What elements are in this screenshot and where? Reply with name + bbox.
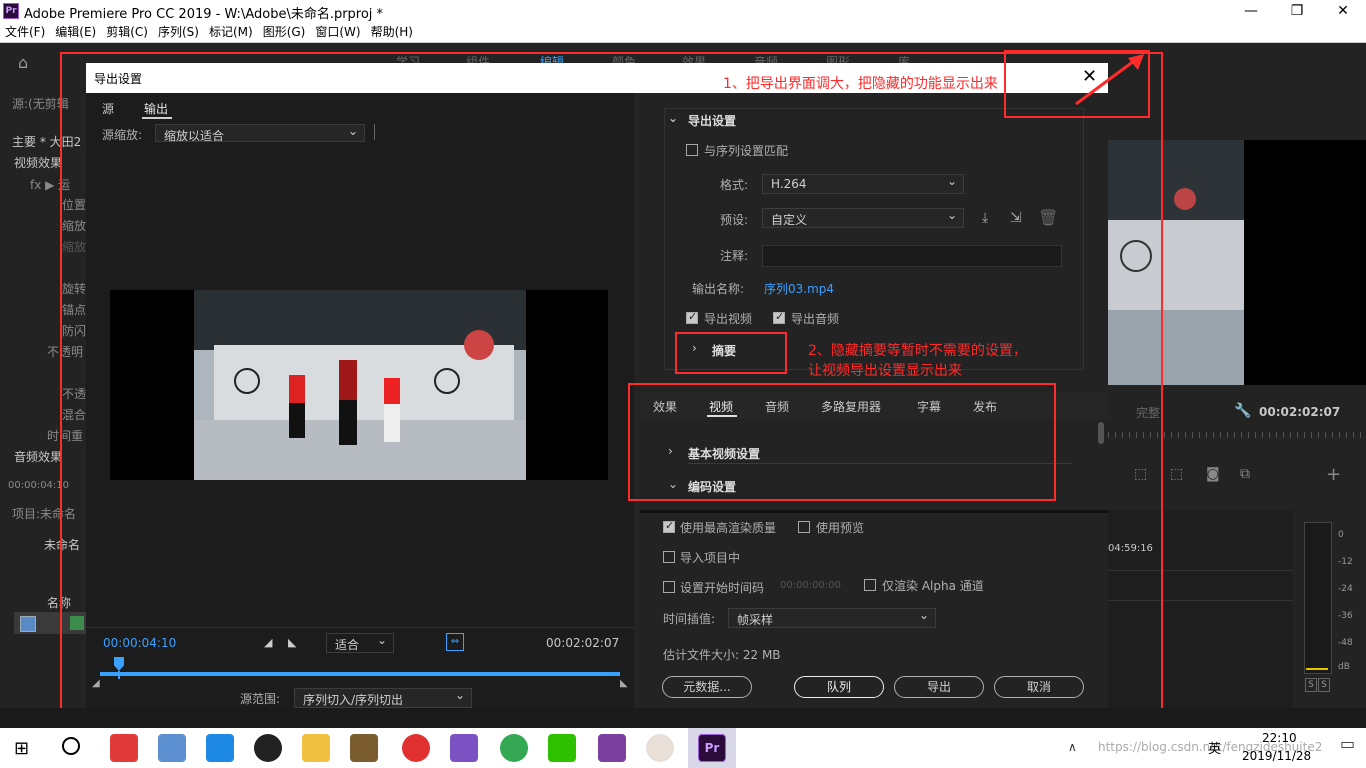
tray-chevron-icon[interactable]: ∧ xyxy=(1068,740,1077,754)
add-button-icon[interactable]: + xyxy=(1326,464,1341,485)
clock-time[interactable]: 22:10 xyxy=(1262,731,1297,745)
qq-icon[interactable] xyxy=(254,734,282,762)
menu-clip[interactable]: 剪辑(C) xyxy=(101,22,153,42)
menu-sequence[interactable]: 序列(S) xyxy=(153,22,204,42)
menu-help[interactable]: 帮助(H) xyxy=(366,22,418,42)
premiere-app-icon: Pr xyxy=(3,3,19,19)
ime-indicator[interactable]: 英 xyxy=(1208,738,1221,757)
windows-start-icon[interactable]: ⊞ xyxy=(14,738,29,759)
chrome-icon[interactable] xyxy=(500,734,528,762)
annotation-note-1: 1、把导出界面调大，把隐藏的功能显示出来 xyxy=(723,76,998,92)
window-title: Adobe Premiere Pro CC 2019 - W:\Adobe\未命… xyxy=(24,7,384,22)
notification-icon[interactable]: ▭ xyxy=(1340,734,1355,753)
menu-file[interactable]: 文件(F) xyxy=(0,22,50,42)
meter-label-0: 0 xyxy=(1338,530,1344,540)
menu-window[interactable]: 窗口(W) xyxy=(310,22,365,42)
menu-bar: 文件(F) 编辑(E) 剪辑(C) 序列(S) 标记(M) 图形(G) 窗口(W) 帮助(H) xyxy=(0,22,1366,43)
wechat-icon[interactable] xyxy=(548,734,576,762)
meter-label-48: -48 xyxy=(1338,638,1353,648)
close-window-button[interactable]: ✕ xyxy=(1320,0,1366,22)
vscode-icon[interactable] xyxy=(206,734,234,762)
overwrite-icon[interactable]: ⬚ xyxy=(1170,466,1183,482)
visual-studio-icon[interactable] xyxy=(450,734,478,762)
audio-meter xyxy=(1304,522,1332,674)
restore-button[interactable]: ❐ xyxy=(1274,0,1320,22)
folder-icon[interactable] xyxy=(302,734,330,762)
compare-icon[interactable]: ⧉ xyxy=(1240,466,1250,482)
solo-left-button[interactable]: S xyxy=(1305,678,1317,692)
camera-icon[interactable]: ◙ xyxy=(1206,466,1220,482)
menu-graphics[interactable]: 图形(G) xyxy=(258,22,311,42)
audio-meter-level xyxy=(1306,668,1328,670)
status-bar xyxy=(0,708,1366,728)
annotation-box-video-settings xyxy=(628,383,1056,501)
annotation-arrow-icon xyxy=(1075,54,1144,106)
meter-label-36: -36 xyxy=(1338,611,1353,621)
clock-date[interactable]: 2019/11/28 xyxy=(1242,749,1311,763)
meter-label-24: -24 xyxy=(1338,584,1353,594)
title-bar: Pr Adobe Premiere Pro CC 2019 - W:\Adobe… xyxy=(0,0,1366,22)
home-icon[interactable]: ⌂ xyxy=(18,53,38,72)
onenote-icon[interactable] xyxy=(598,734,626,762)
premiere-taskbar-icon[interactable]: Pr xyxy=(698,734,726,762)
annotation-box-summary xyxy=(675,332,787,374)
file-manager-app-icon[interactable] xyxy=(158,734,186,762)
meter-label-db: dB xyxy=(1338,662,1350,672)
video-effects-heading: 视频效果 xyxy=(14,156,63,170)
minimize-button[interactable]: — xyxy=(1228,0,1274,22)
netease-music-icon[interactable] xyxy=(402,734,430,762)
annotation-note-2-line2: 让视频导出设置显示出来 xyxy=(808,363,962,379)
paint-app-icon[interactable] xyxy=(110,734,138,762)
meter-label-12: -12 xyxy=(1338,557,1353,567)
avatar-app-icon[interactable] xyxy=(646,734,674,762)
solo-right-button[interactable]: S xyxy=(1318,678,1330,692)
annotation-note-2-line1: 2、隐藏摘要等暂时不需要的设置， xyxy=(808,343,1027,359)
menu-edit[interactable]: 编辑(E) xyxy=(50,22,101,42)
tools-app-icon[interactable] xyxy=(350,734,378,762)
clip-thumbnail-icon xyxy=(20,616,36,632)
menu-marker[interactable]: 标记(M) xyxy=(204,22,258,42)
search-circle-icon[interactable] xyxy=(62,737,80,755)
program-timecode: 00:02:02:07 xyxy=(1259,405,1341,419)
wrench-icon[interactable]: 🔧 xyxy=(1234,403,1251,419)
audio-effects-heading: 音频效果 xyxy=(14,450,63,464)
